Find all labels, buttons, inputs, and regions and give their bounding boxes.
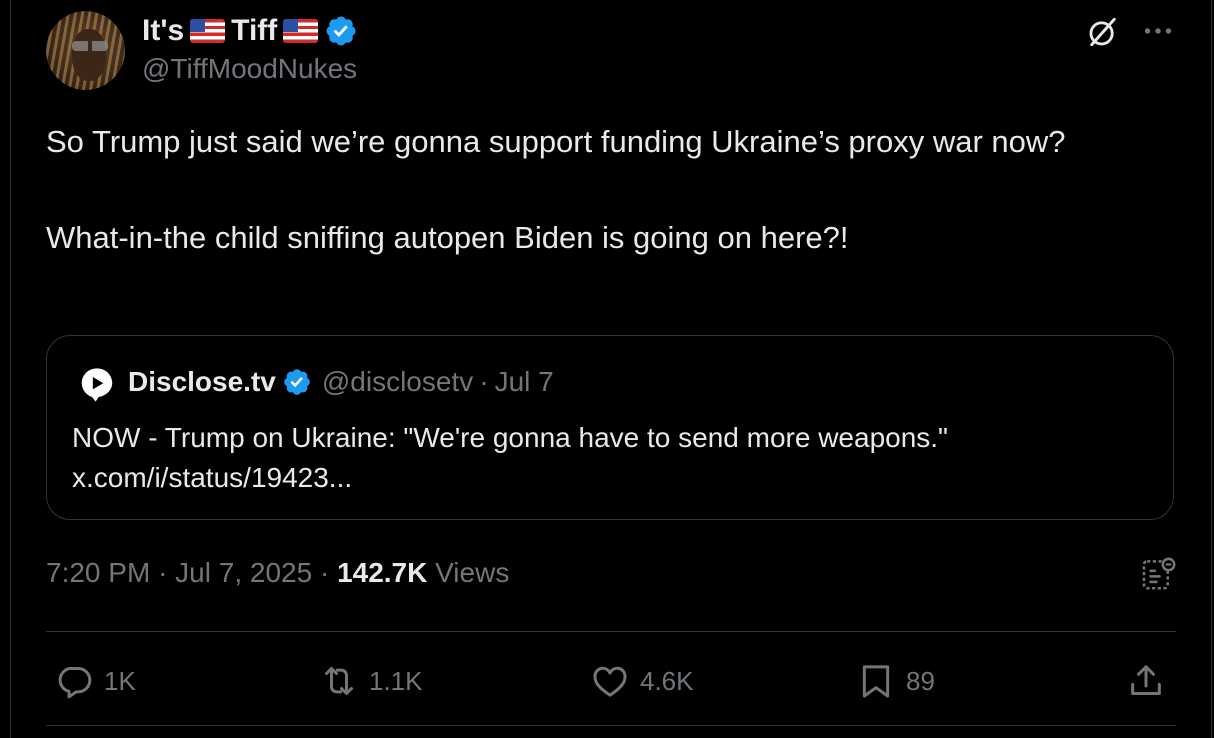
meta-separator: · — [158, 557, 168, 588]
analytics-icon[interactable] — [1140, 555, 1178, 593]
quoted-date[interactable]: Jul 7 — [495, 366, 554, 398]
tweet-meta: 7:20 PM · Jul 7, 2025 · 142.7K Views — [46, 557, 509, 589]
reply-button[interactable]: 1K — [54, 655, 136, 707]
like-button[interactable]: 4.6K — [590, 655, 694, 707]
author-handle[interactable]: @TiffMoodNukes — [142, 53, 357, 85]
grok-icon[interactable] — [1086, 15, 1120, 49]
views-count: 142.7K — [337, 557, 428, 588]
action-bar: 1K 1.1K 4.6K 89 — [46, 655, 1176, 707]
bookmark-count: 89 — [906, 665, 935, 696]
tweet-paragraph: What-in-the child sniffing autopen Biden… — [46, 220, 849, 255]
share-button[interactable] — [1126, 655, 1166, 707]
display-name[interactable]: It's Tiff — [142, 13, 358, 49]
bookmark-icon — [862, 665, 890, 698]
quoted-tweet-text: NOW - Trump on Ukraine: "We're gonna hav… — [72, 418, 1142, 498]
quoted-status-link[interactable]: x.com/i/status/19423... — [72, 458, 1142, 498]
disclose-logo-icon — [81, 368, 113, 402]
quoted-separator: · — [479, 366, 489, 397]
us-flag-icon — [283, 19, 319, 43]
display-name-prefix: It's — [142, 14, 185, 47]
display-name-suffix: Tiff — [231, 14, 278, 47]
quoted-author-name[interactable]: Disclose.tv — [128, 366, 276, 398]
quoted-author-handle[interactable]: @disclosetv — [322, 366, 473, 398]
divider — [46, 725, 1176, 726]
us-flag-icon — [190, 19, 226, 43]
verified-badge-icon[interactable] — [324, 14, 358, 48]
repost-count: 1.1K — [369, 665, 423, 696]
tweet-time[interactable]: 7:20 PM — [46, 557, 150, 588]
meta-separator: · — [319, 557, 330, 588]
tweet-text: So Trump just said we’re gonna support f… — [46, 118, 1176, 262]
reply-icon — [58, 667, 92, 699]
share-icon — [1131, 665, 1161, 695]
repost-icon — [325, 667, 353, 695]
quoted-tweet-header: Disclose.tv @disclosetv · Jul 7 — [128, 366, 554, 398]
verified-badge-icon[interactable] — [282, 367, 312, 397]
quoted-tweet-card[interactable]: Disclose.tv @disclosetv · Jul 7 NOW - Tr… — [46, 335, 1174, 520]
avatar[interactable] — [46, 11, 125, 90]
quoted-text-line: NOW - Trump on Ukraine: "We're gonna hav… — [72, 422, 948, 453]
like-icon — [593, 666, 627, 697]
column-border-left — [10, 0, 11, 738]
column-border-right — [1211, 0, 1212, 738]
reply-count: 1K — [104, 665, 136, 696]
more-icon[interactable] — [1140, 16, 1176, 46]
bookmark-button[interactable]: 89 — [856, 655, 935, 707]
tweet-date[interactable]: Jul 7, 2025 — [175, 557, 312, 588]
tweet-paragraph: So Trump just said we’re gonna support f… — [46, 124, 1066, 159]
views-label: Views — [435, 557, 510, 588]
divider — [46, 631, 1176, 632]
like-count: 4.6K — [640, 665, 694, 696]
repost-button[interactable]: 1.1K — [319, 655, 423, 707]
